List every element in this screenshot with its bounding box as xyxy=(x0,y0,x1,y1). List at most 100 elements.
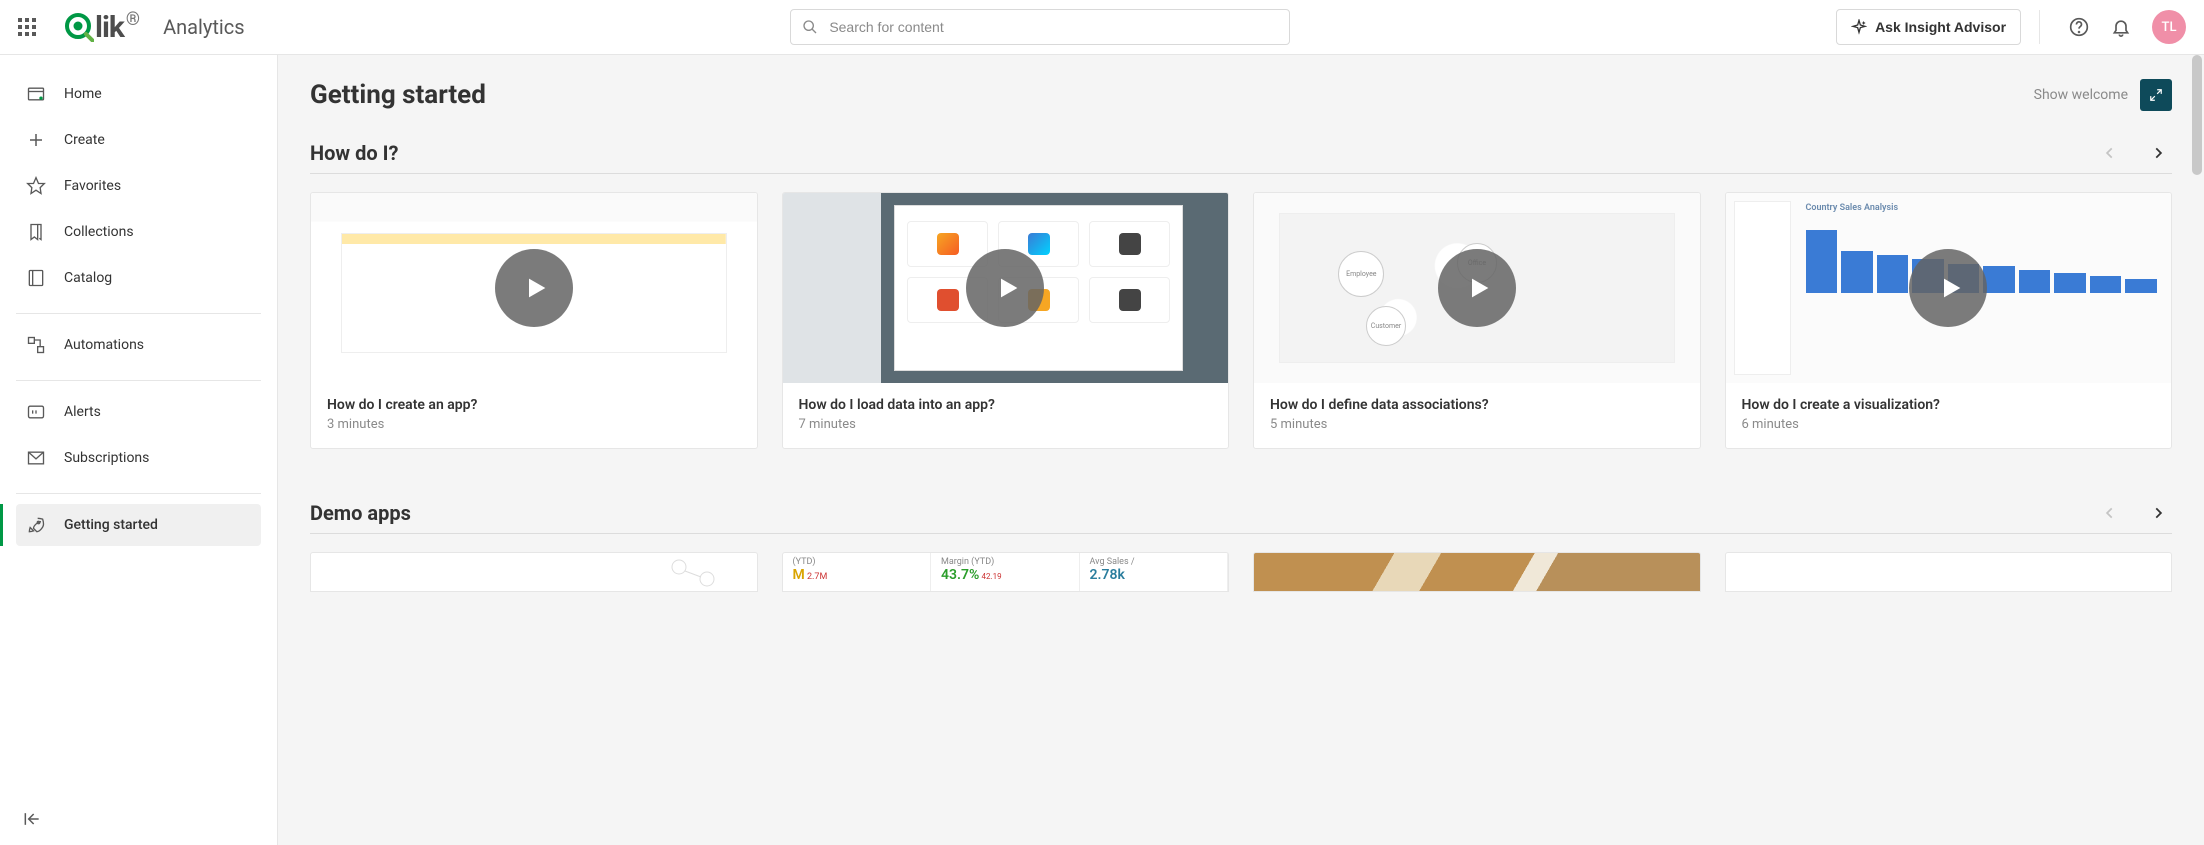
kpi-avg-value: 2.78k xyxy=(1090,567,1125,583)
sidebar: Home Create Favorites Collections Catalo xyxy=(0,55,278,845)
video-card-duration: 5 minutes xyxy=(1270,417,1684,432)
sparkle-icon xyxy=(1851,19,1867,35)
sidebar-item-home[interactable]: Home xyxy=(16,73,261,115)
automations-icon xyxy=(26,335,46,355)
video-card-title: How do I create an app? xyxy=(327,397,741,413)
sidebar-divider xyxy=(16,313,261,314)
howdoi-prev-button[interactable] xyxy=(2096,139,2124,167)
search-icon xyxy=(802,19,818,35)
mail-icon xyxy=(26,448,46,468)
app-launcher-icon[interactable] xyxy=(18,18,36,36)
demoapps-prev-button[interactable] xyxy=(2096,499,2124,527)
video-card-duration: 7 minutes xyxy=(799,417,1213,432)
video-thumbnail: Country Sales Analysis xyxy=(1726,193,2172,383)
user-avatar[interactable]: TL xyxy=(2152,10,2186,44)
sidebar-item-label: Collections xyxy=(64,224,134,240)
thumbnail-panel-title: Country Sales Analysis xyxy=(1806,203,1899,213)
sidebar-item-label: Subscriptions xyxy=(64,450,149,466)
video-card-title: How do I create a visualization? xyxy=(1742,397,2156,413)
video-card-load-data[interactable]: How do I load data into an app? 7 minute… xyxy=(782,192,1230,449)
sidebar-item-label: Favorites xyxy=(64,178,121,194)
video-card-title: How do I define data associations? xyxy=(1270,397,1684,413)
user-avatar-initials: TL xyxy=(2162,20,2177,35)
sidebar-divider xyxy=(16,493,261,494)
demo-card[interactable] xyxy=(310,552,758,592)
video-card-duration: 3 minutes xyxy=(327,417,741,432)
howdoi-carousel-nav xyxy=(2096,139,2172,167)
demo-card[interactable] xyxy=(1725,552,2173,592)
star-icon xyxy=(26,176,46,196)
chevron-left-icon xyxy=(2103,146,2117,160)
sidebar-item-alerts[interactable]: Alerts xyxy=(16,391,261,433)
plus-icon xyxy=(26,130,46,150)
demo-card-kpi[interactable]: (YTD) M 2.7M Margin (YTD) 43.7% 42.19 Av… xyxy=(782,552,1230,592)
main-content: Getting started Show welcome How do I? xyxy=(278,55,2204,845)
sidebar-item-label: Catalog xyxy=(64,270,112,286)
bookmark-icon xyxy=(26,222,46,242)
section-divider xyxy=(310,173,2172,174)
kpi-avg-label: Avg Sales / xyxy=(1090,557,1135,567)
qlik-logo[interactable]: lik® xyxy=(64,10,137,45)
howdoi-card-row: How do I create an app? 3 minutes How do… xyxy=(310,192,2172,449)
collapse-icon xyxy=(22,809,42,829)
rocket-icon xyxy=(26,515,46,535)
kpi-ytd-prefix: M xyxy=(793,567,805,583)
qlik-logo-icon xyxy=(64,12,94,42)
chevron-left-icon xyxy=(2103,506,2117,520)
sidebar-item-getting-started[interactable]: Getting started xyxy=(16,504,261,546)
kpi-margin-label: Margin (YTD) xyxy=(941,557,994,567)
kpi-ytd-label: (YTD) xyxy=(793,557,816,567)
chevron-right-icon xyxy=(2151,146,2165,160)
section-title-demoapps: Demo apps xyxy=(310,501,411,525)
sidebar-item-label: Automations xyxy=(64,337,144,353)
notifications-icon[interactable] xyxy=(2110,16,2132,38)
home-icon xyxy=(26,84,46,104)
demoapps-next-button[interactable] xyxy=(2144,499,2172,527)
kpi-ytd-suffix: 2.7M xyxy=(807,572,827,582)
sidebar-item-catalog[interactable]: Catalog xyxy=(16,257,261,299)
scrollbar-thumb[interactable] xyxy=(2192,55,2202,175)
topbar: lik® Analytics Ask Insight Advisor TL xyxy=(0,0,2204,55)
kpi-margin-value: 43.7% xyxy=(941,567,979,583)
kpi-margin-delta: 42.19 xyxy=(982,572,1002,581)
help-icon[interactable] xyxy=(2068,16,2090,38)
video-card-create-app[interactable]: How do I create an app? 3 minutes xyxy=(310,192,758,449)
catalog-icon xyxy=(26,268,46,288)
ask-insight-advisor-label: Ask Insight Advisor xyxy=(1875,19,2006,35)
play-icon xyxy=(1438,249,1516,327)
howdoi-next-button[interactable] xyxy=(2144,139,2172,167)
sidebar-item-label: Getting started xyxy=(64,517,158,533)
show-welcome-label: Show welcome xyxy=(2034,87,2128,103)
sidebar-item-label: Home xyxy=(64,86,102,102)
sidebar-item-label: Create xyxy=(64,132,105,148)
ask-insight-advisor-button[interactable]: Ask Insight Advisor xyxy=(1836,9,2021,45)
chevron-right-icon xyxy=(2151,506,2165,520)
demoapps-carousel-nav xyxy=(2096,499,2172,527)
topbar-actions: TL xyxy=(2068,10,2186,44)
expand-icon xyxy=(2149,88,2163,102)
section-divider xyxy=(310,533,2172,534)
video-card-create-visualization[interactable]: Country Sales Analysis How do I create a… xyxy=(1725,192,2173,449)
sidebar-item-automations[interactable]: Automations xyxy=(16,324,261,366)
sidebar-item-collections[interactable]: Collections xyxy=(16,211,261,253)
scrollbar-track[interactable] xyxy=(2190,55,2204,845)
sidebar-item-create[interactable]: Create xyxy=(16,119,261,161)
collapse-sidebar-button[interactable] xyxy=(16,803,48,835)
topbar-divider xyxy=(2039,10,2040,44)
sidebar-item-favorites[interactable]: Favorites xyxy=(16,165,261,207)
video-thumbnail: Employee Office Customer xyxy=(1254,193,1700,383)
sidebar-item-subscriptions[interactable]: Subscriptions xyxy=(16,437,261,479)
alerts-icon xyxy=(26,402,46,422)
demo-card-warehouse[interactable] xyxy=(1253,552,1701,592)
play-icon xyxy=(495,249,573,327)
play-icon xyxy=(1909,249,1987,327)
video-thumbnail xyxy=(783,193,1229,383)
video-card-duration: 6 minutes xyxy=(1742,417,2156,432)
product-name: Analytics xyxy=(163,15,245,39)
expand-welcome-button[interactable] xyxy=(2140,79,2172,111)
sidebar-item-label: Alerts xyxy=(64,404,101,420)
play-icon xyxy=(966,249,1044,327)
search-input[interactable] xyxy=(790,9,1290,45)
demoapps-card-row: (YTD) M 2.7M Margin (YTD) 43.7% 42.19 Av… xyxy=(310,552,2172,592)
video-card-data-associations[interactable]: Employee Office Customer How do I define… xyxy=(1253,192,1701,449)
